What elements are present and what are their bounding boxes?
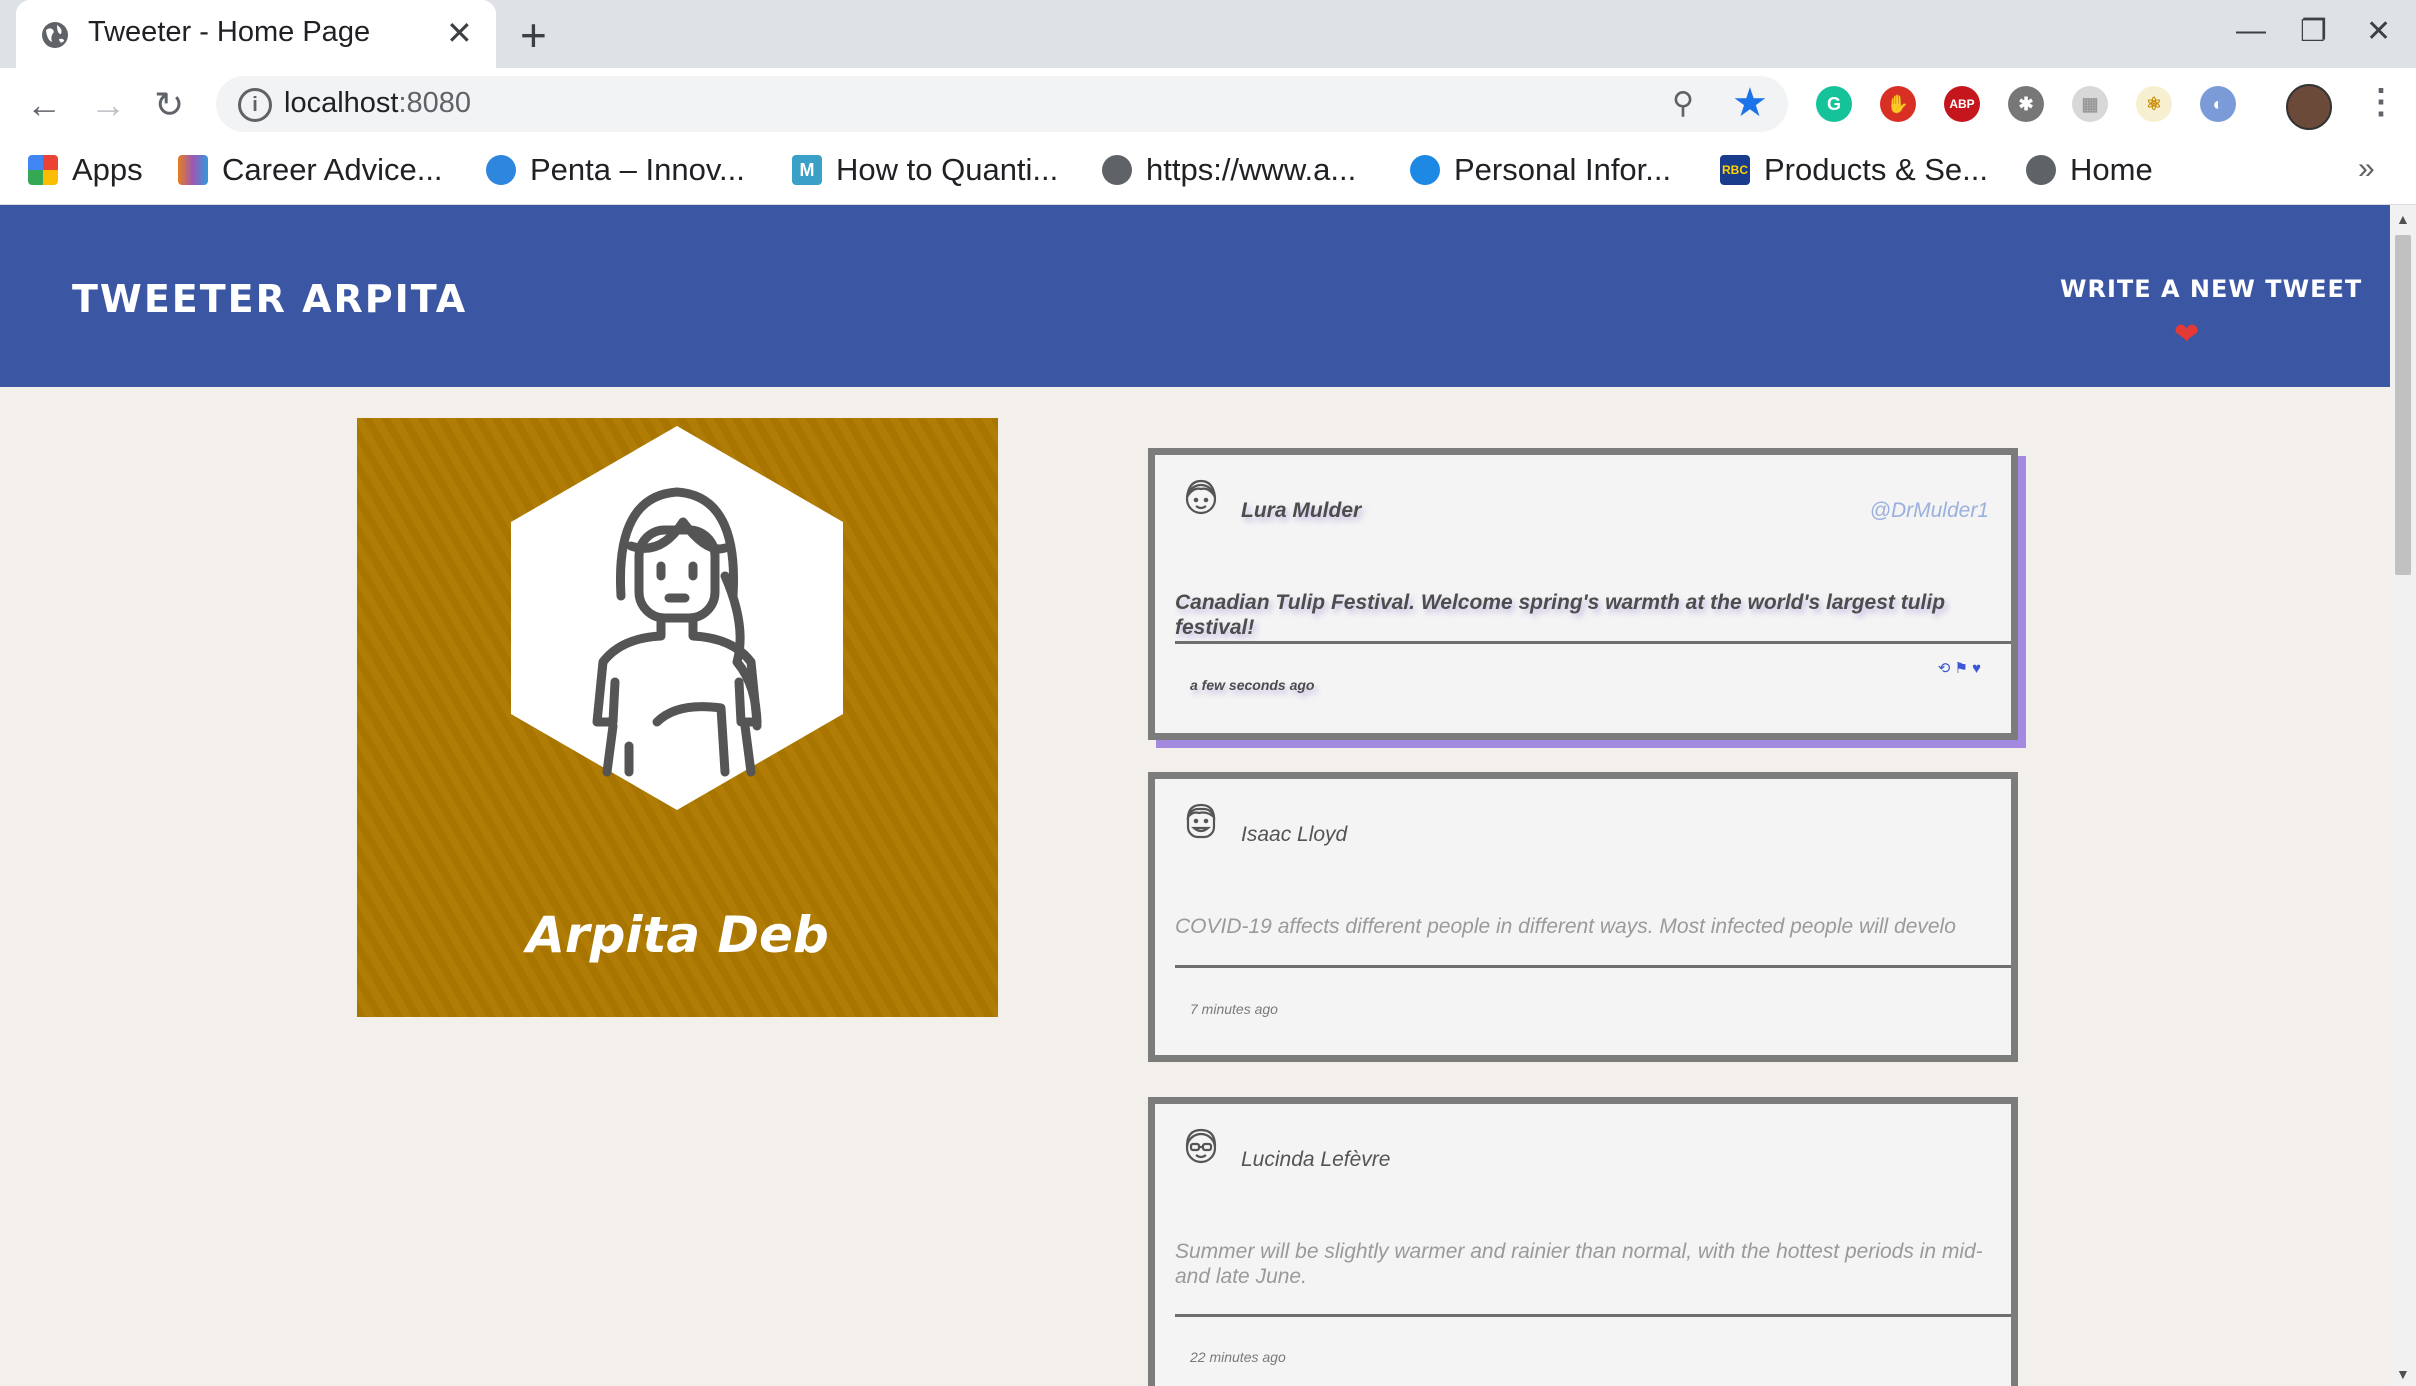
tweet-timestamp: 7 minutes ago — [1190, 1001, 1278, 1017]
mirror-icon[interactable]: ◐ — [2200, 86, 2236, 122]
tweet-author: Lucinda Lefèvre — [1241, 1148, 1391, 1171]
career-icon — [178, 155, 208, 185]
bookmark-how-to-quantify[interactable]: M How to Quanti... — [792, 152, 1058, 188]
tweet-card[interactable]: Lura Mulder @DrMulder1 Canadian Tulip Fe… — [1148, 448, 2018, 740]
bookmark-home[interactable]: Home — [2026, 152, 2153, 188]
globe-icon — [2026, 155, 2056, 185]
profile-avatar-illustration — [511, 426, 843, 810]
browser-toolbar: ← → ↻ i localhost:8080 ⚲ ★ G ✋ ABP ✱ ▦ ⚛… — [0, 68, 2416, 140]
tab-title: Tweeter - Home Page — [88, 16, 371, 48]
bookmark-label: Career Advice... — [222, 152, 443, 187]
tweet-divider — [1175, 641, 2011, 644]
tweet-content: COVID-19 affects different people in dif… — [1175, 915, 1956, 938]
site-navbar: Tweeter Arpita Write a new tweet ❤ — [0, 205, 2390, 387]
browser-tab[interactable]: Tweeter - Home Page ✕ — [16, 0, 496, 68]
tweet-card[interactable]: Lucinda Lefèvre Summer will be slightly … — [1148, 1097, 2018, 1386]
tweet-handle: @DrMulder1 — [1869, 499, 1989, 522]
tweet-timestamp: 22 minutes ago — [1190, 1349, 1286, 1365]
bookmark-star-icon[interactable]: ★ — [1732, 80, 1768, 126]
medium-icon: M — [792, 155, 822, 185]
bookmark-personal-info[interactable]: Personal Infor... — [1410, 152, 1671, 188]
more-menu-icon[interactable]: ⋮ — [2364, 82, 2398, 122]
scrollbar-thumb[interactable] — [2395, 235, 2411, 575]
bookmark-https[interactable]: https://www.a... — [1102, 152, 1356, 188]
scroll-up-icon[interactable]: ▲ — [2396, 211, 2410, 227]
forward-icon[interactable]: → — [90, 84, 126, 126]
tweet-content: Canadian Tulip Festival. Welcome spring'… — [1175, 591, 1946, 639]
write-tweet-button[interactable]: Write a new tweet — [2060, 275, 2362, 303]
adblock-icon[interactable]: ABP — [1944, 86, 1980, 122]
tweet-author: Lura Mulder — [1241, 499, 1362, 522]
bookmark-label: Products & Se... — [1764, 152, 1988, 187]
tweet-divider — [1175, 1314, 2011, 1317]
tweet-actions[interactable]: ⟲ ⚑ ♥ — [1938, 659, 1981, 677]
heart-arrow-icon[interactable]: ❤ — [2174, 317, 2199, 352]
bookmark-label: Personal Infor... — [1454, 152, 1672, 187]
close-window-icon[interactable]: ✕ — [2366, 14, 2391, 49]
bookmarks-bar: Apps Career Advice... Penta – Innov... M… — [0, 140, 2416, 205]
address-bar[interactable]: i localhost:8080 ⚲ ★ — [216, 76, 1788, 132]
tweet-timestamp: a few seconds ago — [1190, 677, 1315, 693]
grid-ext-icon[interactable]: ▦ — [2072, 86, 2108, 122]
stop-icon[interactable]: ✋ — [1880, 86, 1916, 122]
page-scrollbar[interactable]: ▲ ▼ — [2390, 205, 2416, 1386]
site-info-icon[interactable]: i — [238, 88, 272, 122]
bookmark-label: Apps — [72, 152, 143, 187]
tab-strip: Tweeter - Home Page ✕ + — ❐ ✕ — [0, 0, 2416, 68]
react-icon[interactable]: ⚛ — [2136, 86, 2172, 122]
apps-grid-icon — [28, 155, 58, 185]
grammarly-icon[interactable]: G — [1816, 86, 1852, 122]
bookmark-label: Penta – Innov... — [530, 152, 745, 187]
globe-icon — [1102, 155, 1132, 185]
user-avatar-icon — [1185, 479, 1217, 515]
bookmark-label: How to Quanti... — [836, 152, 1059, 187]
rbc-icon: RBC — [1720, 155, 1750, 185]
bookmark-products[interactable]: RBC Products & Se... — [1720, 152, 1988, 188]
bookmarks-overflow-icon[interactable]: » — [2358, 152, 2375, 186]
globe-icon — [42, 22, 68, 48]
scroll-down-icon[interactable]: ▼ — [2396, 1366, 2410, 1382]
tweet-divider — [1175, 965, 2011, 968]
tweet-author: Isaac Lloyd — [1241, 823, 1348, 846]
bookmark-apps[interactable]: Apps — [28, 152, 143, 188]
back-icon[interactable]: ← — [26, 84, 62, 126]
new-tab-button[interactable]: + — [520, 8, 547, 62]
penta-icon — [486, 155, 516, 185]
profile-name: Arpita Deb — [526, 906, 829, 964]
tweet-card[interactable]: Isaac Lloyd COVID-19 affects different p… — [1148, 772, 2018, 1062]
bookmark-label: https://www.a... — [1146, 152, 1357, 187]
user-avatar-icon — [1185, 1128, 1217, 1164]
bulb-icon — [1410, 155, 1440, 185]
bookmark-label: Home — [2070, 152, 2153, 187]
profile-avatar[interactable] — [2286, 84, 2332, 130]
user-avatar-icon — [1186, 803, 1216, 839]
minimize-icon[interactable]: — — [2236, 14, 2266, 48]
bug-icon[interactable]: ✱ — [2008, 86, 2044, 122]
page-viewport: Tweeter Arpita Write a new tweet ❤ Arpit… — [0, 205, 2390, 1386]
close-tab-icon[interactable]: ✕ — [446, 14, 473, 52]
restore-icon[interactable]: ❐ — [2300, 14, 2327, 49]
tweet-content: Summer will be slightly warmer and raini… — [1175, 1240, 1983, 1288]
url-text[interactable]: localhost:8080 — [284, 87, 471, 120]
site-brand[interactable]: Tweeter Arpita — [72, 277, 467, 321]
bookmark-career-advice[interactable]: Career Advice... — [178, 152, 443, 188]
profile-card: Arpita Deb — [357, 418, 998, 1017]
bookmark-penta[interactable]: Penta – Innov... — [486, 152, 745, 188]
reload-icon[interactable]: ↻ — [154, 84, 184, 126]
zoom-icon[interactable]: ⚲ — [1672, 86, 1694, 121]
